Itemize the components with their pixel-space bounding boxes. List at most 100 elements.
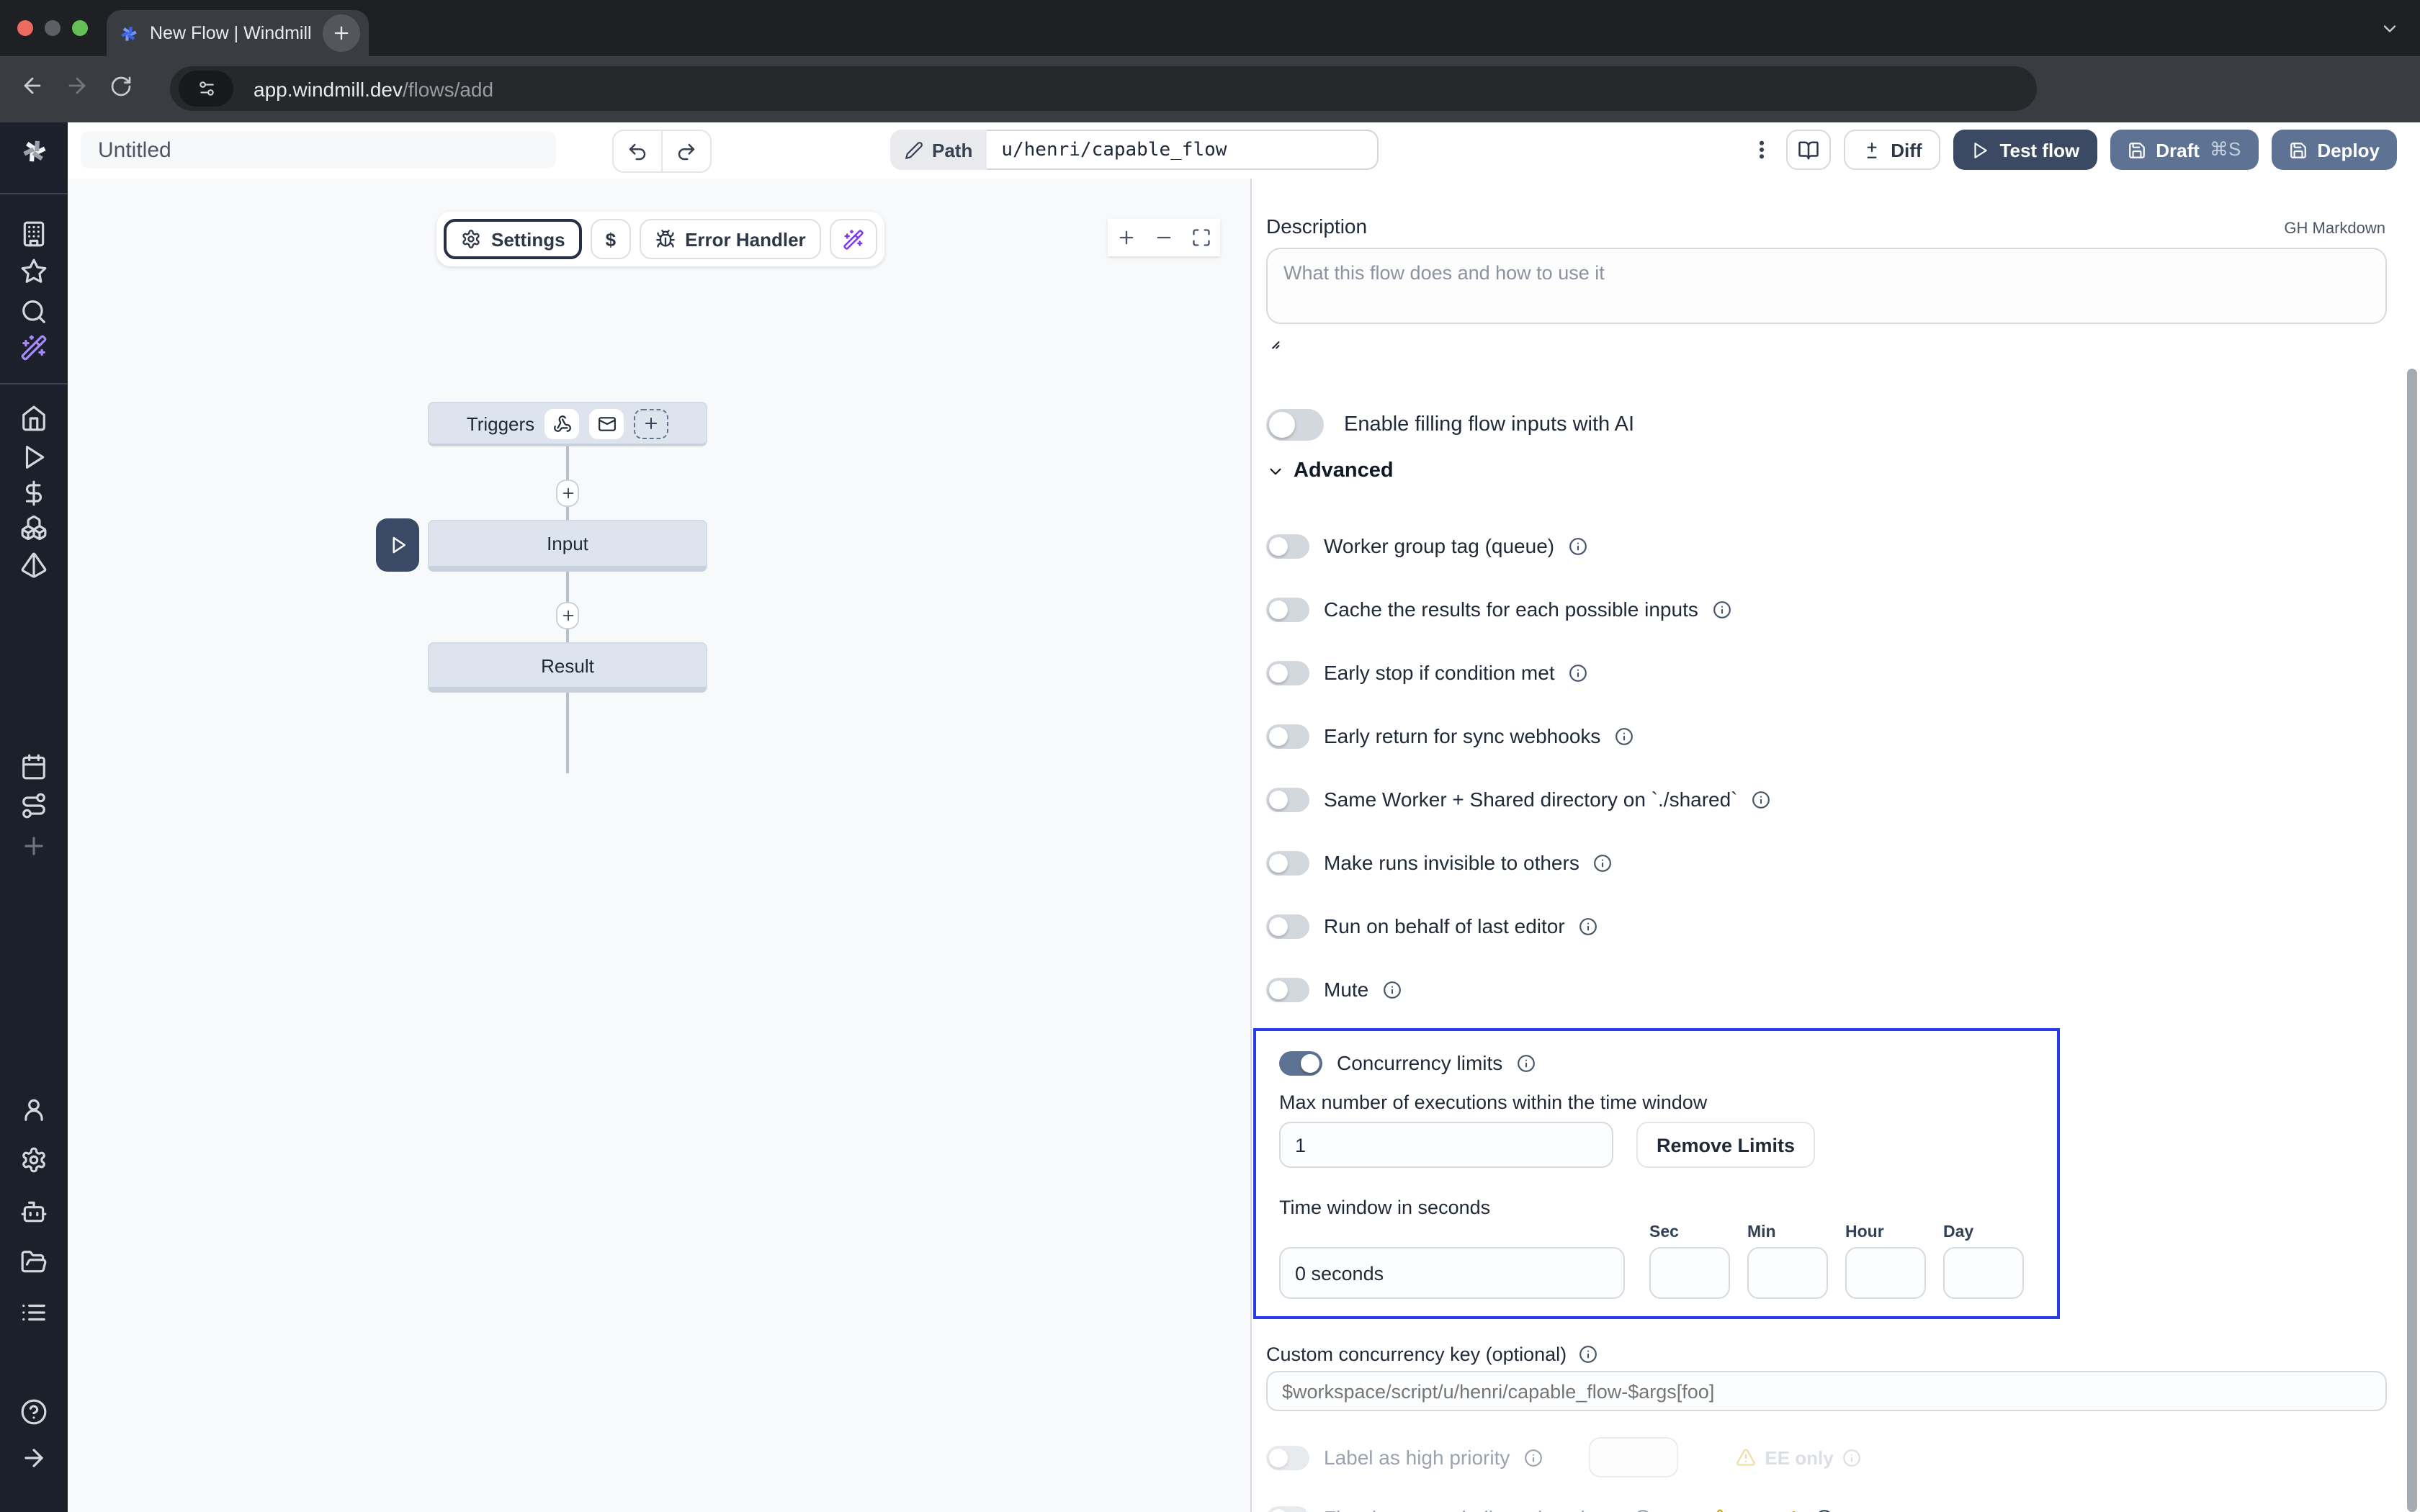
reload-button[interactable]: [109, 74, 133, 104]
sidebar-item-folders[interactable]: [0, 1248, 68, 1276]
sidebar-item-routes[interactable]: [0, 792, 68, 819]
tab-search-button[interactable]: [2380, 19, 2400, 46]
sidebar-item-create[interactable]: [0, 832, 68, 860]
result-node[interactable]: Result: [428, 642, 707, 693]
info-icon[interactable]: [1578, 1345, 1597, 1364]
add-trigger-button[interactable]: [634, 408, 668, 438]
windmill-logo[interactable]: [0, 135, 68, 167]
input-node[interactable]: Input: [428, 520, 707, 572]
info-icon[interactable]: [1816, 1508, 1834, 1512]
address-bar[interactable]: app.windmill.dev/flows/add: [170, 66, 2037, 111]
ai-assistant-button[interactable]: [830, 219, 878, 259]
sidebar-collapse-button[interactable]: [0, 1444, 68, 1472]
forward-button[interactable]: [65, 73, 89, 105]
concurrency-limits-toggle[interactable]: [1279, 1050, 1322, 1075]
sidebar-item-ai[interactable]: [0, 334, 68, 361]
new-tab-button[interactable]: [323, 14, 360, 52]
sidebar-item-workspace[interactable]: [0, 220, 68, 248]
play-icon: [20, 444, 48, 471]
remove-limits-button[interactable]: Remove Limits: [1636, 1122, 1815, 1168]
sidebar-item-user[interactable]: [0, 1096, 68, 1123]
flow-title-input[interactable]: [81, 131, 556, 168]
window-close-button[interactable]: [17, 20, 33, 36]
flow-toolbar: Settings $ Error Handler: [436, 212, 885, 266]
insert-step-button[interactable]: [556, 602, 579, 629]
redo-button[interactable]: [661, 131, 710, 171]
sidebar-item-variables[interactable]: [0, 480, 68, 507]
sidebar-item-settings[interactable]: [0, 1146, 68, 1174]
flow-path-input[interactable]: [987, 130, 1379, 170]
hour-input[interactable]: [1845, 1247, 1926, 1299]
back-button[interactable]: [20, 73, 45, 105]
day-input[interactable]: [1943, 1247, 2024, 1299]
fit-view-icon[interactable]: [1191, 228, 1211, 248]
high-priority-toggle[interactable]: [1266, 1445, 1309, 1470]
sidebar-item-help[interactable]: [0, 1398, 68, 1426]
sidebar-item-workers[interactable]: [0, 1198, 68, 1225]
max-executions-input[interactable]: [1279, 1122, 1613, 1168]
variables-button[interactable]: $: [591, 219, 630, 259]
run-on-behalf-toggle[interactable]: [1266, 914, 1309, 938]
test-flow-button[interactable]: Test flow: [1954, 130, 2097, 170]
advanced-section-header[interactable]: Advanced: [1266, 458, 2385, 484]
ai-inputs-toggle[interactable]: [1266, 409, 1324, 441]
sidebar-item-search[interactable]: [0, 298, 68, 325]
info-icon[interactable]: [1579, 917, 1598, 935]
zoom-out-icon[interactable]: [1154, 228, 1174, 248]
window-minimize-button[interactable]: [45, 20, 60, 36]
more-options-button[interactable]: [1749, 138, 1773, 161]
sidebar-item-schedules[interactable]: [0, 753, 68, 780]
unit-hour: Hour: [1845, 1224, 1926, 1299]
sidebar-item-runs[interactable]: [0, 444, 68, 471]
panel-scrollbar[interactable]: [2407, 369, 2417, 1512]
dedicated-workers-toggle[interactable]: [1266, 1506, 1309, 1512]
magic-wand-icon: [843, 228, 865, 250]
info-icon[interactable]: [1633, 1508, 1652, 1512]
description-textarea[interactable]: [1266, 248, 2387, 324]
zoom-in-icon[interactable]: [1116, 228, 1137, 248]
cache-results-toggle[interactable]: [1266, 597, 1309, 621]
sidebar-item-logs[interactable]: [0, 1299, 68, 1326]
sec-input[interactable]: [1649, 1247, 1730, 1299]
sidebar-item-resources[interactable]: [0, 514, 68, 541]
sidebar-item-favorites[interactable]: [0, 258, 68, 285]
info-icon[interactable]: [1569, 536, 1587, 555]
run-input-button[interactable]: [376, 518, 419, 572]
early-return-toggle[interactable]: [1266, 724, 1309, 748]
error-handler-button[interactable]: Error Handler: [639, 219, 822, 259]
worker-group-toggle[interactable]: [1266, 534, 1309, 558]
triggers-node[interactable]: Triggers: [428, 402, 707, 446]
plus-icon: [20, 832, 48, 860]
info-icon[interactable]: [1752, 790, 1771, 809]
deploy-button[interactable]: Deploy: [2271, 130, 2397, 170]
info-icon[interactable]: [1842, 1448, 1861, 1467]
min-input[interactable]: [1747, 1247, 1828, 1299]
window-zoom-button[interactable]: [72, 20, 88, 36]
info-icon[interactable]: [1713, 600, 1731, 618]
info-icon[interactable]: [1569, 663, 1588, 682]
settings-label: Settings: [491, 228, 565, 250]
diff-button[interactable]: Diff: [1843, 130, 1940, 170]
early-stop-toggle[interactable]: [1266, 660, 1309, 685]
same-worker-toggle[interactable]: [1266, 787, 1309, 811]
custom-key-input[interactable]: [1266, 1371, 2387, 1411]
webhook-trigger-button[interactable]: [544, 408, 579, 438]
info-icon[interactable]: [1594, 853, 1613, 872]
invisible-runs-toggle[interactable]: [1266, 850, 1309, 875]
sidebar-item-home[interactable]: [0, 405, 68, 432]
email-trigger-button[interactable]: [589, 408, 624, 438]
draft-button[interactable]: Draft⌘S: [2110, 130, 2258, 170]
settings-button[interactable]: Settings: [444, 219, 583, 259]
sidebar-item-assets[interactable]: [0, 552, 68, 579]
info-icon[interactable]: [1383, 980, 1402, 999]
mute-toggle[interactable]: [1266, 977, 1309, 1002]
time-window-input[interactable]: [1279, 1247, 1625, 1299]
docs-button[interactable]: [1785, 130, 1830, 170]
info-icon[interactable]: [1615, 726, 1634, 745]
insert-step-button[interactable]: [556, 480, 579, 507]
info-icon[interactable]: [1524, 1448, 1543, 1467]
site-info-button[interactable]: [179, 71, 233, 107]
undo-button[interactable]: [614, 131, 661, 171]
resize-handle-icon[interactable]: [1266, 336, 1281, 350]
info-icon[interactable]: [1517, 1053, 1536, 1072]
